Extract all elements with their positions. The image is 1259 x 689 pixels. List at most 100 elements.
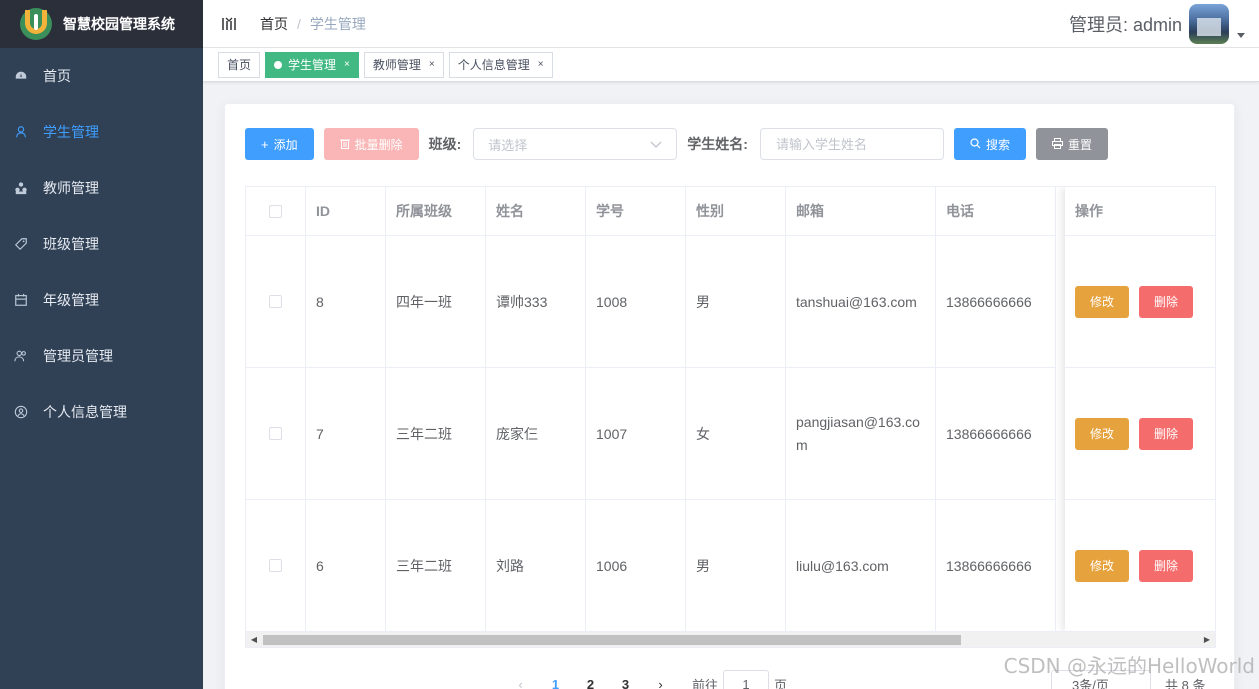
sidebar-item-grades[interactable]: 年级管理 (0, 272, 203, 328)
tag-label: 个人信息管理 (457, 58, 530, 72)
trash-icon (339, 137, 350, 152)
row-actions: 修改 删除 (1065, 367, 1215, 499)
content-card: + 添加 批量删除 班级: 请选择 学生姓名: 搜索 重置 ID 所属班级 姓名 (224, 103, 1235, 689)
calendar-icon (13, 292, 29, 308)
user-dropdown[interactable]: 管理员: admin (1069, 4, 1245, 44)
breadcrumb-home[interactable]: 首页 (260, 14, 288, 34)
delete-button[interactable]: 删除 (1139, 417, 1194, 450)
row-checkbox[interactable] (269, 559, 282, 572)
reset-button-label: 重置 (1067, 137, 1092, 152)
cell-id: 8 (306, 236, 386, 367)
close-icon[interactable]: × (538, 59, 544, 70)
cell-class: 三年二班 (386, 368, 486, 499)
add-button-label: 添加 (273, 137, 298, 152)
user-name: 管理员: admin (1068, 15, 1182, 35)
search-button[interactable]: 搜索 (953, 128, 1026, 160)
cell-class: 四年一班 (386, 236, 486, 367)
cell-id: 7 (306, 368, 386, 499)
delete-button[interactable]: 删除 (1139, 285, 1194, 318)
team-icon (13, 180, 29, 196)
student-name-input[interactable] (759, 128, 944, 160)
hamburger-icon[interactable] (220, 15, 238, 33)
sidebar-item-admins[interactable]: 管理员管理 (0, 328, 203, 384)
users-icon (13, 348, 29, 364)
row-checkbox[interactable] (269, 295, 282, 308)
column-header[interactable]: 学号 (586, 187, 686, 235)
sidebar-item-home[interactable]: 首页 (0, 48, 203, 104)
scrollbar-thumb[interactable] (263, 635, 961, 645)
active-dot-icon (274, 60, 283, 69)
select-all-cell (246, 187, 306, 235)
cell-email: pangjiasan@163.com (786, 368, 936, 499)
cell-phone: 13866666666 (936, 368, 1056, 499)
cell-name: 谭帅333 (486, 236, 586, 367)
horizontal-scrollbar[interactable]: ◀ ▶ (246, 631, 1215, 647)
plus-icon: + (261, 136, 269, 152)
sidebar-item-teachers[interactable]: 教师管理 (0, 160, 203, 216)
row-actions: 修改 删除 (1065, 499, 1215, 631)
sidebar-item-profile[interactable]: 个人信息管理 (0, 384, 203, 440)
students-table: ID 所属班级 姓名 学号 性别 邮箱 电话 8 四年一班 谭帅333 1008… (245, 186, 1216, 648)
close-icon[interactable]: × (429, 59, 435, 70)
sidebar-item-label: 年级管理 (43, 292, 99, 308)
batch-delete-button[interactable]: 批量删除 (323, 128, 419, 160)
tag-home[interactable]: 首页 (218, 51, 261, 78)
tag-icon (13, 236, 29, 252)
edit-button[interactable]: 修改 (1075, 417, 1130, 450)
class-select-placeholder: 请选择 (488, 137, 528, 153)
close-icon[interactable]: × (344, 59, 350, 70)
column-header[interactable]: 所属班级 (386, 187, 486, 235)
sidebar: 智慧校园管理系统 首页 学生管理 教师管理 班级管理 年级管理 管理员管理 个人… (0, 0, 203, 689)
watermark: CSDN @永远的HelloWorld (1003, 654, 1255, 678)
next-page-button[interactable]: › (643, 677, 678, 689)
column-header[interactable]: 邮箱 (786, 187, 936, 235)
column-header[interactable]: ID (306, 187, 386, 235)
chevron-down-icon (650, 137, 662, 152)
avatar[interactable] (1189, 4, 1229, 44)
page-number[interactable]: 3 (608, 677, 643, 689)
scroll-right-icon[interactable]: ▶ (1199, 635, 1215, 644)
edit-button[interactable]: 修改 (1075, 285, 1130, 318)
row-checkbox[interactable] (269, 427, 282, 440)
tag-teachers[interactable]: 教师管理 × (363, 51, 444, 78)
column-header[interactable]: 姓名 (486, 187, 586, 235)
breadcrumb-current: 学生管理 (309, 15, 366, 32)
top-navbar: 首页 / 学生管理 管理员: admin (203, 0, 1259, 48)
sidebar-item-students[interactable]: 学生管理 (0, 104, 203, 160)
search-icon (970, 137, 981, 152)
tag-profile[interactable]: 个人信息管理 × (448, 51, 553, 78)
column-header[interactable]: 性别 (686, 187, 786, 235)
cell-gender: 男 (686, 500, 786, 631)
sidebar-item-label: 首页 (43, 68, 71, 84)
add-button[interactable]: + 添加 (245, 128, 314, 160)
cell-email: tanshuai@163.com (786, 236, 936, 367)
goto-page-input[interactable]: 1 (723, 670, 770, 689)
reset-button[interactable]: 重置 (1035, 128, 1108, 160)
delete-button[interactable]: 删除 (1139, 549, 1194, 582)
table-header: ID 所属班级 姓名 学号 性别 邮箱 电话 (246, 187, 1056, 235)
column-header[interactable]: 电话 (936, 187, 1056, 235)
printer-icon (1051, 137, 1063, 152)
cell-phone: 13866666666 (936, 236, 1056, 367)
tag-label: 教师管理 (372, 58, 421, 72)
cell-number: 1007 (586, 368, 686, 499)
sidebar-item-classes[interactable]: 班级管理 (0, 216, 203, 272)
tag-students[interactable]: 学生管理 × (265, 51, 359, 78)
class-select[interactable]: 请选择 (473, 128, 678, 160)
table-row: 7 三年二班 庞家仨 1007 女 pangjiasan@163.com 138… (246, 367, 1056, 499)
page-number[interactable]: 2 (573, 677, 608, 689)
edit-button[interactable]: 修改 (1075, 549, 1130, 582)
user-icon (13, 124, 29, 140)
cell-gender: 男 (686, 236, 786, 367)
cell-number: 1006 (586, 500, 686, 631)
scroll-left-icon[interactable]: ◀ (246, 635, 262, 644)
search-button-label: 搜索 (985, 137, 1010, 152)
table-row: 6 三年二班 刘路 1006 男 liulu@163.com 138666666… (246, 499, 1056, 631)
prev-page-button[interactable]: ‹ (503, 677, 538, 689)
cell-gender: 女 (686, 368, 786, 499)
class-filter-label: 班级: (428, 136, 462, 152)
breadcrumb-separator: / (297, 15, 301, 32)
select-all-checkbox[interactable] (269, 204, 282, 218)
page-number[interactable]: 1 (538, 677, 573, 689)
sidebar-item-label: 个人信息管理 (43, 404, 127, 420)
